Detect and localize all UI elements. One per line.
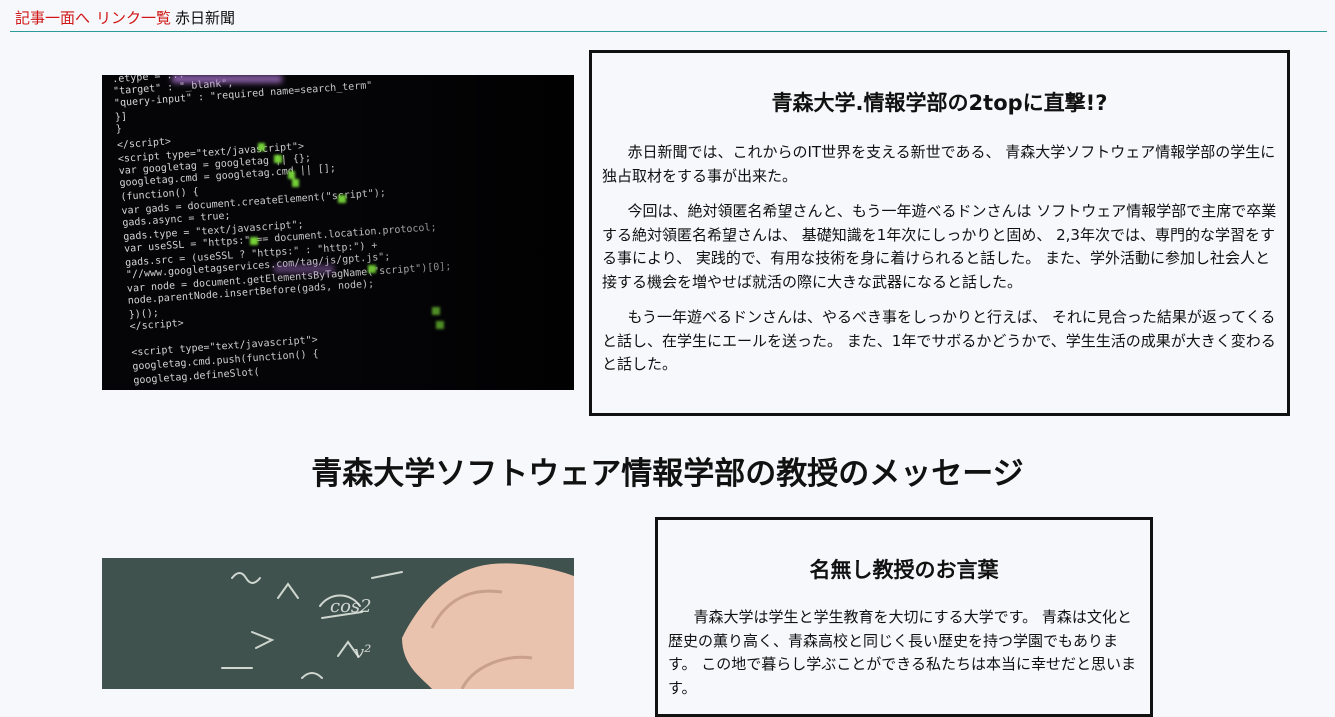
top-navigation: 記事一面へ リンク一覧 赤日新聞 <box>10 0 1327 32</box>
svg-text:v²: v² <box>354 642 371 663</box>
svg-text:cos2: cos2 <box>330 596 372 617</box>
code-screen-image: .etype = ... "target" : "_blank", "query… <box>102 75 574 390</box>
site-name: 赤日新聞 <box>175 9 236 27</box>
article-top-link[interactable]: 記事一面へ <box>15 9 90 27</box>
article-paragraph: 赤日新聞では、これからのIT世界を支える新世である、 青森大学ソフトウェア情報学… <box>602 143 1276 185</box>
article-title: 名無し教授のお言葉 <box>809 558 999 582</box>
article-body: 青森大学は学生と学生教育を大切にする大学です。 青森は文化と歴史の薫り高く、青森… <box>668 606 1140 712</box>
article-body: 赤日新聞では、これからのIT世界を支える新世である、 青森大学ソフトウェア情報学… <box>602 141 1277 389</box>
article-paragraph: 青森大学は学生と学生教育を大切にする大学です。 青森は文化と歴史の薫り高く、青森… <box>668 608 1136 697</box>
section-heading: 青森大学ソフトウェア情報学部の教授のメッセージ <box>311 456 1024 492</box>
article-title: 青森大学.情報学部の2topに直撃!? <box>771 91 1108 115</box>
article-card-students: 青森大学.情報学部の2topに直撃!? 赤日新聞では、これからのIT世界を支える… <box>589 50 1290 416</box>
article-card-professor: 名無し教授のお言葉 青森大学は学生と学生教育を大切にする大学です。 青森は文化と… <box>655 517 1153 717</box>
chalkboard-image: cos2 v² <box>102 558 574 689</box>
link-list-link[interactable]: リンク一覧 <box>96 9 171 27</box>
article-paragraph: もう一年遊べるドンさんは、やるべき事をしっかりと行えば、 それに見合った結果が返… <box>602 308 1276 373</box>
article-paragraph: 今回は、絶対領匿名希望さんと、もう一年遊べるドンさんは ソフトウェア情報学部で主… <box>602 202 1277 291</box>
chalkboard-photo: cos2 v² <box>102 558 574 689</box>
code-screen-photo: .etype = ... "target" : "_blank", "query… <box>102 75 574 390</box>
